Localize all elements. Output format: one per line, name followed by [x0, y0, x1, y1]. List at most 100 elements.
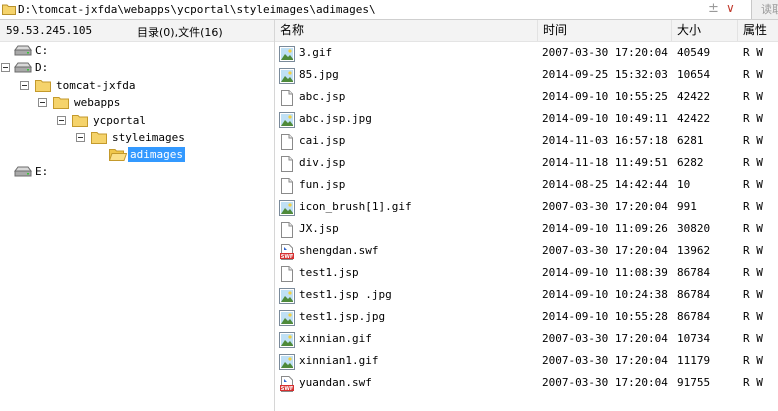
file-time: 2007-03-30 17:20:04 — [542, 244, 668, 257]
file-name: div.jsp — [299, 156, 346, 169]
path-bar: ± ∨ 读取 — [0, 0, 778, 20]
read-button[interactable]: 读取 — [751, 0, 778, 19]
file-size: 6282 — [677, 156, 704, 169]
table-row[interactable]: xinnian1.gif 2007-03-30 17:20:04 11179 R W — [275, 350, 778, 372]
file-name: 3.gif — [299, 46, 333, 59]
table-row[interactable]: div.jsp 2014-11-18 11:49:51 6282 R W — [275, 152, 778, 174]
file-attr: R W — [743, 46, 763, 59]
file-time: 2014-09-10 10:55:28 — [542, 310, 668, 323]
table-row[interactable]: abc.jsp.jpg 2014-09-10 10:49:11 42422 R W — [275, 108, 778, 130]
file-attr: R W — [743, 156, 763, 169]
file-time: 2007-03-30 17:20:04 — [542, 46, 668, 59]
tree-node-drive-e[interactable]: E: — [0, 164, 120, 180]
file-size: 10 — [677, 178, 691, 191]
svg-text:SWF: SWF — [281, 254, 294, 260]
table-row[interactable]: JX.jsp 2014-09-10 11:09:26 30820 R W — [275, 218, 778, 240]
file-name: test1.jsp.jpg — [299, 310, 386, 323]
file-time: 2007-03-30 17:20:04 — [542, 376, 668, 389]
file-icon — [279, 156, 295, 175]
column-header-time[interactable]: 时间 — [538, 20, 672, 41]
image-icon — [279, 332, 295, 351]
tree-node-tomcat-jxfda[interactable]: tomcat-jxfda — [0, 78, 180, 94]
file-size: 11179 — [677, 354, 711, 367]
chevron-down-icon[interactable]: ∨ — [726, 1, 735, 15]
image-icon — [279, 288, 295, 307]
column-header-attr[interactable]: 属性 — [738, 20, 778, 41]
directory-tree: C: D: tomcat-jxfda webapps ycportal styl… — [0, 42, 274, 411]
tree-node-drive-d[interactable]: D: — [0, 60, 120, 76]
image-icon — [279, 46, 295, 65]
table-row[interactable]: cai.jsp 2014-11-03 16:57:18 6281 R W — [275, 130, 778, 152]
dir-summary: 目录(0),文件(16) — [137, 26, 223, 39]
file-size: 86784 — [677, 266, 711, 279]
file-attr: R W — [743, 376, 763, 389]
plus-minus-icon[interactable]: ± — [708, 1, 719, 16]
table-row[interactable]: SWF shengdan.swf 2007-03-30 17:20:04 13962 R… — [275, 240, 778, 262]
table-row[interactable]: fun.jsp 2014-08-25 14:42:44 10 R W — [275, 174, 778, 196]
file-time: 2014-09-10 11:08:39 — [542, 266, 668, 279]
file-name: xinnian1.gif — [299, 354, 379, 367]
tree-node-webapps[interactable]: webapps — [0, 95, 180, 111]
file-size: 86784 — [677, 310, 711, 323]
collapse-icon[interactable] — [76, 133, 85, 142]
file-attr: R W — [743, 68, 763, 81]
file-time: 2014-09-10 10:49:11 — [542, 112, 668, 125]
tree-node-ycportal[interactable]: ycportal — [0, 113, 200, 129]
collapse-icon[interactable] — [57, 116, 66, 125]
file-time: 2007-03-30 17:20:04 — [542, 332, 668, 345]
file-icon — [279, 178, 295, 197]
collapse-icon[interactable] — [38, 98, 47, 107]
left-header: 59.53.245.105 目录(0),文件(16) — [0, 20, 274, 42]
directory-pane: 59.53.245.105 目录(0),文件(16) C: D: tomcat-… — [0, 20, 274, 411]
file-icon — [279, 134, 295, 153]
file-attr: R W — [743, 266, 763, 279]
file-attr: R W — [743, 178, 763, 191]
file-time: 2014-11-03 16:57:18 — [542, 134, 668, 147]
image-icon — [279, 112, 295, 131]
image-icon — [279, 200, 295, 219]
table-row[interactable]: SWF yuandan.swf 2007-03-30 17:20:04 91755 R … — [275, 372, 778, 394]
tree-node-styleimages[interactable]: styleimages — [0, 130, 220, 146]
table-row[interactable]: 3.gif 2007-03-30 17:20:04 40549 R W — [275, 42, 778, 64]
table-row[interactable]: test1.jsp 2014-09-10 11:08:39 86784 R W — [275, 262, 778, 284]
tree-node-adimages[interactable]: adimages — [0, 147, 220, 163]
collapse-icon[interactable] — [1, 63, 10, 72]
file-time: 2007-03-30 17:20:04 — [542, 200, 668, 213]
file-attr: R W — [743, 310, 763, 323]
tree-label: E: — [35, 165, 49, 178]
server-ip: 59.53.245.105 — [6, 24, 93, 37]
table-row[interactable]: xinnian.gif 2007-03-30 17:20:04 10734 R W — [275, 328, 778, 350]
folder-icon — [53, 97, 69, 109]
file-size: 13962 — [677, 244, 711, 257]
file-name: shengdan.swf — [299, 244, 379, 257]
file-icon — [279, 222, 295, 241]
collapse-icon[interactable] — [20, 81, 29, 90]
tree-label: styleimages — [112, 131, 185, 144]
file-attr: R W — [743, 244, 763, 257]
table-row[interactable]: test1.jsp.jpg 2014-09-10 10:55:28 86784 R W — [275, 306, 778, 328]
table-row[interactable]: abc.jsp 2014-09-10 10:55:25 42422 R W — [275, 86, 778, 108]
file-time: 2014-09-10 10:24:38 — [542, 288, 668, 301]
file-name: cai.jsp — [299, 134, 346, 147]
file-size: 86784 — [677, 288, 711, 301]
tree-label: ycportal — [93, 114, 146, 127]
drive-icon — [14, 45, 32, 56]
path-input[interactable] — [18, 3, 678, 17]
image-icon — [279, 68, 295, 87]
table-row[interactable]: icon_brush[1].gif 2007-03-30 17:20:04 991 R… — [275, 196, 778, 218]
file-time: 2007-03-30 17:20:04 — [542, 354, 668, 367]
column-header-size[interactable]: 大小 — [672, 20, 738, 41]
file-list-pane: 名称 时间 大小 属性 3.gif 2007-03-30 17:20:04 4054… — [275, 20, 778, 411]
file-name: abc.jsp.jpg — [299, 112, 372, 125]
file-time: 2014-09-10 10:55:25 — [542, 90, 668, 103]
table-row[interactable]: test1.jsp .jpg 2014-09-10 10:24:38 86784 R … — [275, 284, 778, 306]
folder-icon — [91, 132, 107, 144]
file-size: 10734 — [677, 332, 711, 345]
tree-node-drive-c[interactable]: C: — [0, 43, 120, 59]
tree-label: webapps — [74, 96, 121, 109]
column-header: 名称 时间 大小 属性 — [275, 20, 778, 42]
file-attr: R W — [743, 354, 763, 367]
folder-icon — [2, 4, 16, 15]
column-header-name[interactable]: 名称 — [275, 20, 538, 41]
table-row[interactable]: 85.jpg 2014-09-25 15:32:03 10654 R W — [275, 64, 778, 86]
